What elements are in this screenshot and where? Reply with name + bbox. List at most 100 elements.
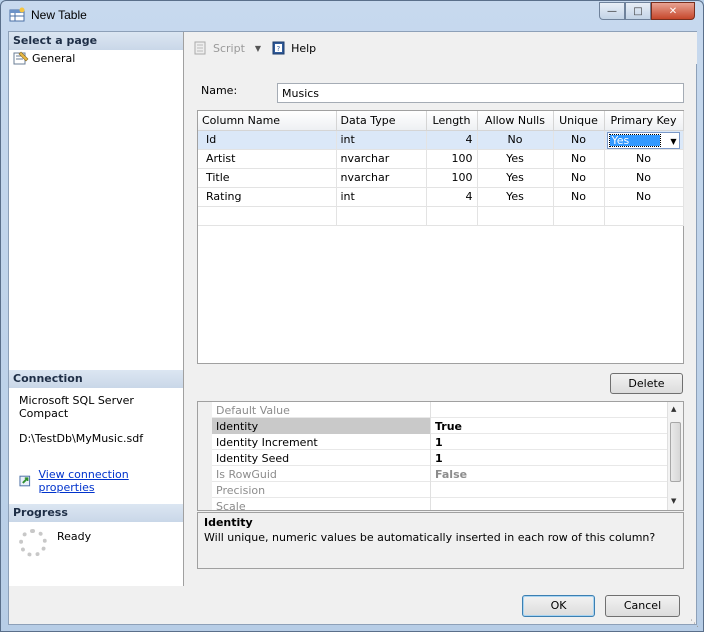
cell-empty[interactable] [336,206,427,226]
table-row[interactable]: Rating int 4 Yes No No [198,187,684,207]
cell-empty[interactable] [477,206,554,226]
cell-length[interactable]: 4 [426,130,478,150]
header-length[interactable]: Length [426,111,478,131]
row-gutter [198,402,212,418]
table-row[interactable]: Artist nvarchar 100 Yes No No [198,149,684,169]
resize-grip-icon[interactable]: ⋱ [690,619,699,629]
primary-key-dropdown[interactable]: Yes ▼ [606,131,680,149]
cell-data-type[interactable]: nvarchar [336,149,427,169]
minimize-button[interactable]: — [599,2,625,20]
property-grid: Default Value Identity True Identity Inc… [197,401,684,511]
connection-server: Microsoft SQL Server Compact [19,394,134,420]
connection-link-row[interactable]: View connection properties [19,468,183,494]
header-column-name[interactable]: Column Name [198,111,337,131]
divider [430,418,431,434]
select-page-header: Select a page [9,32,183,50]
description-title: Identity [204,516,253,529]
cell-empty[interactable] [553,206,605,226]
cancel-button[interactable]: Cancel [605,595,680,617]
cell-unique[interactable]: No [553,149,605,169]
scroll-up-icon[interactable]: ▲ [671,405,676,413]
script-icon [194,41,206,55]
cell-data-type[interactable]: int [336,187,427,207]
svg-text:?: ? [277,45,281,53]
cell-unique[interactable]: No [553,187,605,207]
row-gutter [198,466,212,482]
help-icon: ? [272,41,285,55]
maximize-button[interactable]: □ [625,2,651,20]
cell-allow-nulls[interactable]: No [477,130,554,150]
table-icon [9,7,25,22]
property-value[interactable]: 1 [435,452,443,465]
cell-length[interactable]: 4 [426,187,478,207]
cell-unique[interactable]: No [553,130,605,150]
scroll-thumb[interactable] [670,422,681,482]
close-button[interactable]: ✕ [651,2,695,20]
cell-column-name[interactable]: Title [198,168,337,188]
header-data-type[interactable]: Data Type [336,111,427,131]
page-item-general[interactable]: General [13,51,75,65]
progress-status: Ready [57,530,92,543]
header-unique[interactable]: Unique [553,111,605,131]
property-description: Identity Will unique, numeric values be … [197,512,684,569]
cell-data-type[interactable]: nvarchar [336,168,427,188]
scroll-down-icon[interactable]: ▼ [671,497,676,505]
script-dropdown-icon[interactable]: ▼ [255,44,261,53]
script-button[interactable]: Script ▼ [193,40,261,56]
table-row-empty[interactable] [198,206,684,226]
name-label: Name: [201,84,237,97]
property-value[interactable]: False [435,468,467,481]
property-value[interactable]: 1 [435,436,443,449]
connection-properties-icon [19,475,31,487]
cell-empty[interactable] [604,206,684,226]
property-value[interactable]: True [435,420,462,433]
property-scrollbar[interactable]: ▲ ▼ [667,402,683,510]
cell-column-name[interactable]: Id [198,130,337,150]
cell-length[interactable]: 100 [426,149,478,169]
cell-primary-key[interactable]: Yes ▼ [604,130,684,150]
cell-allow-nulls[interactable]: Yes [477,187,554,207]
row-gutter [198,450,212,466]
cell-allow-nulls[interactable]: Yes [477,149,554,169]
divider [430,498,431,510]
header-primary-key[interactable]: Primary Key [604,111,684,131]
property-row[interactable]: Identity True [198,418,668,434]
property-row[interactable]: Default Value [198,402,668,418]
cell-column-name[interactable]: Artist [198,149,337,169]
property-row[interactable]: Precision [198,482,668,498]
property-name: Precision [216,484,266,497]
property-name: Identity Seed [216,452,290,465]
title-bar[interactable]: New Table — □ ✕ [1,1,703,31]
cell-unique[interactable]: No [553,168,605,188]
cell-data-type[interactable]: int [336,130,427,150]
header-allow-nulls[interactable]: Allow Nulls [477,111,554,131]
cell-length[interactable]: 100 [426,168,478,188]
cell-empty[interactable] [426,206,478,226]
cell-primary-key[interactable]: No [604,149,684,169]
table-row[interactable]: Title nvarchar 100 Yes No No [198,168,684,188]
cell-column-name[interactable]: Rating [198,187,337,207]
cell-allow-nulls[interactable]: Yes [477,168,554,188]
property-name: Is RowGuid [216,468,277,481]
view-connection-properties-link[interactable]: View connection properties [39,468,184,494]
columns-grid: Column Name Data Type Length Allow Nulls… [197,110,684,364]
delete-button[interactable]: Delete [610,373,683,394]
connection-path: D:\TestDb\MyMusic.sdf [19,432,144,445]
help-button[interactable]: ? Help [271,40,316,56]
cell-empty[interactable] [198,206,337,226]
property-row[interactable]: Is RowGuid False [198,466,668,482]
property-name: Identity [216,420,259,433]
connection-header: Connection [9,370,183,388]
primary-key-value: Yes [608,133,661,147]
chevron-down-icon[interactable]: ▼ [670,137,676,146]
name-input[interactable]: Musics [277,83,684,103]
ok-button[interactable]: OK [522,595,595,617]
cell-primary-key[interactable]: No [604,168,684,188]
row-gutter [198,482,212,498]
cell-primary-key[interactable]: No [604,187,684,207]
property-name: Identity Increment [216,436,318,449]
property-row[interactable]: Identity Increment 1 [198,434,668,450]
table-row[interactable]: Id int 4 No No Yes ▼ [198,130,684,150]
property-row[interactable]: Identity Seed 1 [198,450,668,466]
property-row[interactable]: Scale [198,498,668,510]
